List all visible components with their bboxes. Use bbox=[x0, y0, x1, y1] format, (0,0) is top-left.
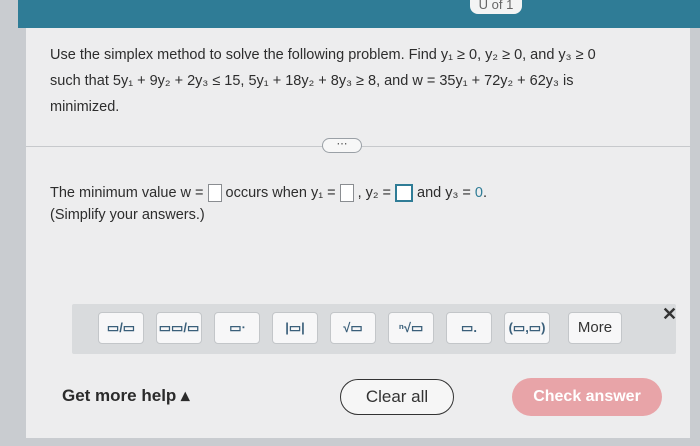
fraction-tool-button[interactable]: ▭/▭ bbox=[98, 312, 144, 344]
y2-answer-input[interactable] bbox=[395, 184, 414, 202]
decimal-tool-button[interactable]: ▭. bbox=[446, 312, 492, 344]
page-indicator: U of 1 bbox=[470, 0, 522, 14]
simplify-hint: (Simplify your answers.) bbox=[50, 207, 205, 223]
clear-all-button[interactable]: Clear all bbox=[340, 379, 454, 415]
inequality-constraints: 5y₁ + 9y₂ + 2y₃ ≤ 15, 5y₁ + 18y₂ + 8y₃ ≥… bbox=[112, 73, 377, 89]
answer-period: . bbox=[482, 185, 488, 201]
top-strip bbox=[18, 0, 700, 28]
math-toolbar: ▭/▭ ▭▭/▭ ▭ᐧ |▭| √▭ ⁿ√▭ ▭. (▭,▭) More bbox=[72, 304, 676, 354]
exponent-tool-button[interactable]: ▭ᐧ bbox=[214, 312, 260, 344]
close-icon[interactable]: ✕ bbox=[662, 304, 677, 325]
mixed-number-tool-button[interactable]: ▭▭/▭ bbox=[156, 312, 202, 344]
y3-value: 0 bbox=[474, 185, 483, 201]
problem-minimized: minimized. bbox=[50, 99, 120, 115]
nth-root-tool-button[interactable]: ⁿ√▭ bbox=[388, 312, 434, 344]
expand-ellipsis-button[interactable]: ⋯ bbox=[322, 138, 362, 153]
problem-statement: Use the simplex method to solve the foll… bbox=[50, 42, 650, 120]
get-more-help-button[interactable]: Get more help ▴ bbox=[62, 386, 190, 406]
problem-is: is bbox=[562, 73, 574, 89]
y3-label: and y₃ = bbox=[417, 185, 471, 201]
absolute-value-tool-button[interactable]: |▭| bbox=[272, 312, 318, 344]
w-answer-input[interactable] bbox=[207, 184, 222, 202]
answer-line: The minimum value w = occurs when y₁ = ,… bbox=[50, 182, 670, 204]
answer-occurs: occurs when y₁ = bbox=[225, 185, 336, 201]
question-card: Use the simplex method to solve the foll… bbox=[26, 28, 690, 438]
more-tools-button[interactable]: More bbox=[568, 312, 622, 344]
sqrt-tool-button[interactable]: √▭ bbox=[330, 312, 376, 344]
answer-prefix: The minimum value w = bbox=[50, 185, 204, 201]
y2-label: , y₂ = bbox=[357, 185, 392, 201]
objective-function: w = 35y₁ + 72y₂ + 62y₃ bbox=[412, 73, 559, 89]
check-answer-button[interactable]: Check answer bbox=[512, 378, 662, 416]
problem-such-that: such that bbox=[50, 73, 109, 89]
problem-and: , and bbox=[376, 73, 409, 89]
ordered-pair-tool-button[interactable]: (▭,▭) bbox=[504, 312, 550, 344]
y1-answer-input[interactable] bbox=[339, 184, 354, 202]
problem-intro: Use the simplex method to solve the foll… bbox=[50, 47, 437, 63]
nonnegativity-constraints: y₁ ≥ 0, y₂ ≥ 0, and y₃ ≥ 0 bbox=[440, 47, 596, 63]
